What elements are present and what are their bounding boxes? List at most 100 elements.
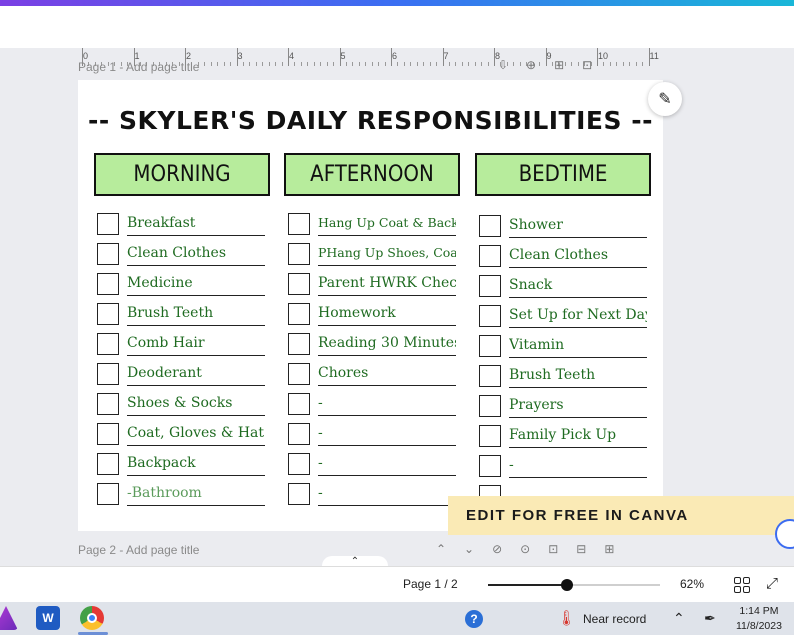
magic-edit-button[interactable]: ✎ [648, 82, 682, 116]
item-label[interactable]: Medicine [127, 272, 265, 296]
item-label[interactable]: Shower [509, 214, 647, 238]
grid-view-icon[interactable] [734, 577, 750, 593]
fullscreen-icon[interactable]: ⤢ [766, 575, 778, 592]
item-label[interactable]: Parent HWRK Check [318, 272, 456, 296]
checkbox[interactable] [97, 213, 119, 235]
item-label[interactable]: Snack [509, 274, 647, 298]
ruler-minor-tick [313, 62, 315, 66]
list-item: Vitamin [479, 328, 647, 358]
checkbox[interactable] [288, 213, 310, 235]
item-label[interactable]: - [318, 392, 456, 416]
page-count[interactable]: Page 1 / 2 [403, 577, 458, 591]
checkbox[interactable] [288, 363, 310, 385]
checkbox[interactable] [288, 303, 310, 325]
list-item: Homework [288, 296, 456, 326]
list-item: Brush Teeth [97, 296, 265, 326]
ruler-minor-tick [474, 62, 476, 66]
heading-morning[interactable]: MORNING [94, 153, 270, 196]
ruler-minor-tick [320, 62, 322, 66]
checkbox[interactable] [97, 273, 119, 295]
zoom-level[interactable]: 62% [680, 577, 704, 591]
item-label[interactable]: Homework [318, 302, 456, 326]
checkbox[interactable] [97, 453, 119, 475]
item-label[interactable]: Set Up for Next Day [509, 304, 647, 328]
item-label[interactable]: Breakfast [127, 212, 265, 236]
checkbox[interactable] [479, 305, 501, 327]
checkbox[interactable] [288, 483, 310, 505]
checkbox[interactable] [479, 215, 501, 237]
checkbox[interactable] [288, 243, 310, 265]
help-circle-button[interactable] [775, 519, 794, 549]
checkbox[interactable] [97, 243, 119, 265]
page-1-tools[interactable]: ⇩⊕⊞⊡ [498, 58, 610, 72]
item-label[interactable]: - [318, 482, 456, 506]
affinity-icon[interactable] [0, 606, 18, 630]
checkbox[interactable] [97, 423, 119, 445]
list-item: Breakfast [97, 206, 265, 236]
item-label[interactable]: Chores [318, 362, 456, 386]
checkbox[interactable] [97, 303, 119, 325]
item-label[interactable]: Hang Up Coat & Backpack [318, 212, 456, 236]
weather-text[interactable]: Near record [583, 612, 646, 626]
bedtime-list: Shower Clean Clothes Snack Set Up for Ne… [479, 208, 647, 508]
item-label[interactable]: Shoes & Socks [127, 392, 265, 416]
checkbox[interactable] [288, 273, 310, 295]
item-label[interactable]: - [318, 452, 456, 476]
checkbox[interactable] [288, 393, 310, 415]
item-label[interactable]: Brush Teeth [127, 302, 265, 326]
item-label[interactable]: Vitamin [509, 334, 647, 358]
item-label[interactable]: Backpack [127, 452, 265, 476]
item-label[interactable]: -Bathroom [127, 482, 265, 506]
checkbox[interactable] [97, 483, 119, 505]
checkbox[interactable] [479, 455, 501, 477]
checkbox[interactable] [288, 333, 310, 355]
ruler-minor-tick [429, 62, 431, 66]
item-label[interactable]: Reading 30 Minutes [318, 332, 456, 356]
ruler-minor-tick [307, 62, 309, 66]
item-label[interactable]: PHang Up Shoes, Coat & Hat [318, 242, 456, 266]
item-label[interactable]: Family Pick Up [509, 424, 647, 448]
ruler-major-tick [288, 48, 289, 66]
list-item: Reading 30 Minutes [288, 326, 456, 356]
checkbox[interactable] [97, 393, 119, 415]
item-label[interactable]: Comb Hair [127, 332, 265, 356]
item-label[interactable]: Prayers [509, 394, 647, 418]
checkbox[interactable] [97, 333, 119, 355]
checkbox[interactable] [288, 453, 310, 475]
chrome-icon[interactable] [80, 606, 104, 630]
checkbox[interactable] [479, 335, 501, 357]
clock[interactable]: 1:14 PM 11/8/2023 [736, 604, 782, 634]
list-item: Medicine [97, 266, 265, 296]
heading-bedtime[interactable]: BEDTIME [475, 153, 651, 196]
list-item: Shower [479, 208, 647, 238]
item-label[interactable]: Clean Clothes [127, 242, 265, 266]
help-icon[interactable]: ? [465, 610, 483, 628]
item-label[interactable]: Deoderant [127, 362, 265, 386]
page-1-title[interactable]: Page 1 - Add page title [78, 60, 199, 74]
heading-afternoon[interactable]: AFTERNOON [284, 153, 460, 196]
checkbox[interactable] [479, 275, 501, 297]
document-page[interactable]: -- SKYLER'S DAILY RESPONSIBILITIES -- MO… [78, 80, 663, 531]
checkbox[interactable] [288, 423, 310, 445]
document-title[interactable]: -- SKYLER'S DAILY RESPONSIBILITIES -- [78, 106, 663, 135]
tray-expand-icon[interactable]: ⌃ [673, 610, 685, 627]
item-label[interactable]: Clean Clothes [509, 244, 647, 268]
page-2-tools[interactable]: ⌃⌄⊘⊙⊡⊟⊞ [436, 542, 632, 556]
checkbox[interactable] [479, 425, 501, 447]
page-2-title[interactable]: Page 2 - Add page title [78, 543, 199, 557]
item-label[interactable]: - [318, 422, 456, 446]
checkbox[interactable] [479, 245, 501, 267]
ruler-major-tick [391, 48, 392, 66]
item-label[interactable]: Coat, Gloves & Hat [127, 422, 265, 446]
list-item: Brush Teeth [479, 358, 647, 388]
zoom-slider-handle[interactable] [561, 579, 574, 591]
pen-icon[interactable]: ✒ [704, 610, 716, 627]
item-label[interactable]: - [509, 454, 647, 478]
checkbox[interactable] [97, 363, 119, 385]
checkbox[interactable] [479, 395, 501, 417]
checkbox[interactable] [479, 365, 501, 387]
word-icon[interactable]: W [36, 606, 60, 630]
ruler-minor-tick [242, 62, 244, 66]
item-label[interactable]: Brush Teeth [509, 364, 647, 388]
zoom-slider[interactable] [488, 579, 660, 591]
